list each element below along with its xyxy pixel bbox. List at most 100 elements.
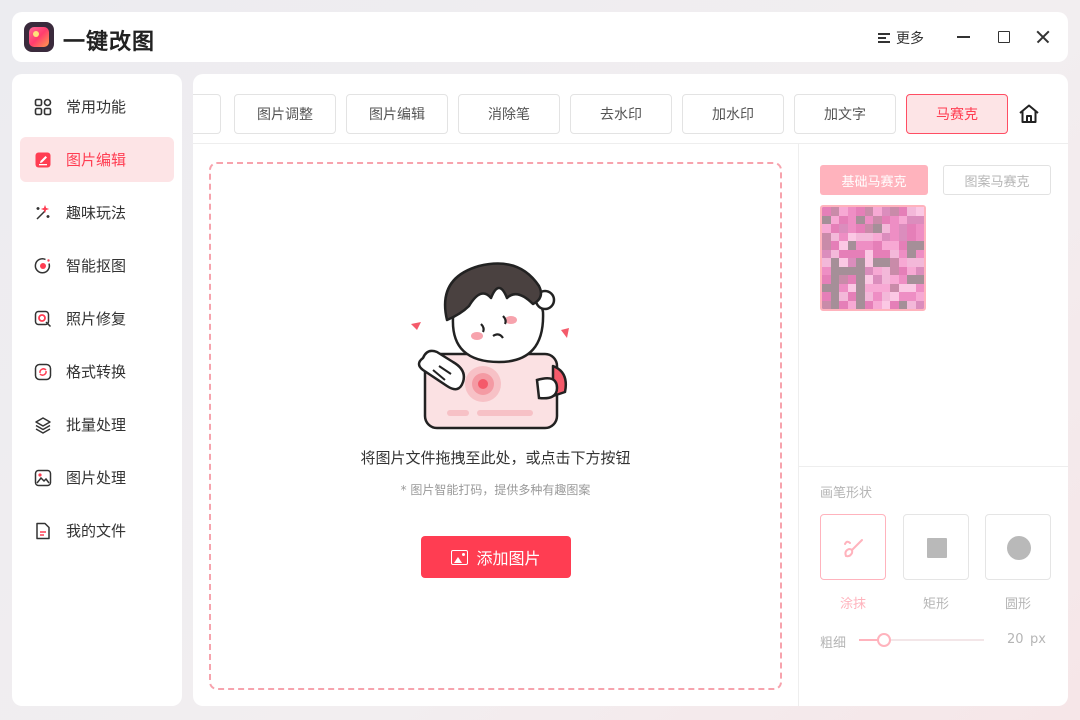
- mosaic-cell: [915, 249, 924, 258]
- app-logo-icon: [24, 22, 54, 52]
- target-icon: [34, 257, 52, 275]
- sidebar-item-common[interactable]: 常用功能: [20, 84, 174, 129]
- mosaic-cell: [873, 207, 882, 216]
- sidebar-item-label: 智能抠图: [66, 257, 127, 275]
- mosaic-cell: [873, 215, 882, 224]
- mosaic-cell: [864, 275, 873, 284]
- mosaic-cell: [864, 232, 873, 241]
- sidebar-item-label: 图片处理: [66, 469, 127, 487]
- mosaic-pattern-thumbnail[interactable]: [820, 205, 926, 311]
- mosaic-cell: [839, 249, 848, 258]
- magic-wand-icon: [34, 204, 52, 222]
- more-menu-button[interactable]: 更多: [878, 28, 924, 48]
- minimize-button[interactable]: [952, 26, 974, 48]
- tab-scrolled-hidden[interactable]: [193, 94, 221, 134]
- mosaic-cell: [847, 292, 856, 301]
- mosaic-cell: [822, 283, 831, 292]
- mosaic-cell: [822, 241, 831, 250]
- mosaic-cell: [890, 300, 899, 309]
- brush-size-slider[interactable]: [859, 633, 984, 647]
- mosaic-cell: [890, 241, 899, 250]
- dropzone-instruction: 将图片文件拖拽至此处，或点击下方按钮: [360, 449, 631, 467]
- tab-image-edit[interactable]: 图片编辑: [346, 94, 448, 134]
- home-icon[interactable]: [1017, 102, 1041, 126]
- mosaic-cell: [907, 249, 916, 258]
- brush-shape-label: 画笔形状: [820, 486, 873, 501]
- mosaic-cell: [822, 266, 831, 275]
- mosaic-cell: [856, 283, 865, 292]
- tab-add-watermark[interactable]: 加水印: [682, 94, 784, 134]
- mosaic-cell: [864, 258, 873, 267]
- sidebar-item-my-files[interactable]: 我的文件: [20, 508, 174, 553]
- add-image-button[interactable]: 添加图片: [421, 536, 571, 578]
- mosaic-cell: [839, 292, 848, 301]
- mosaic-cell: [915, 232, 924, 241]
- mosaic-cell: [847, 300, 856, 309]
- mosaic-cell: [890, 215, 899, 224]
- sidebar-item-image-edit[interactable]: 图片编辑: [20, 137, 174, 182]
- mosaic-cell: [873, 224, 882, 233]
- mosaic-cell: [890, 275, 899, 284]
- slider-handle[interactable]: [877, 633, 891, 647]
- mosaic-cell: [864, 300, 873, 309]
- image-icon: [451, 549, 469, 565]
- mosaic-cell: [873, 241, 882, 250]
- edit-icon: [34, 151, 52, 169]
- mosaic-cell: [873, 283, 882, 292]
- tab-remove-watermark[interactable]: 去水印: [570, 94, 672, 134]
- mosaic-cell: [881, 266, 890, 275]
- brush-size-unit: px: [1030, 632, 1046, 647]
- mosaic-cell: [915, 215, 924, 224]
- mosaic-cell: [847, 283, 856, 292]
- tab-eraser-pen[interactable]: 消除笔: [458, 94, 560, 134]
- tab-add-text[interactable]: 加文字: [794, 94, 896, 134]
- mosaic-cell: [915, 275, 924, 284]
- mosaic-cell: [873, 275, 882, 284]
- tab-pattern-mosaic[interactable]: 图案马赛克: [943, 165, 1051, 195]
- divider: [799, 466, 1068, 467]
- mosaic-cell: [915, 241, 924, 250]
- sidebar-item-cutout[interactable]: 智能抠图: [20, 243, 174, 288]
- mosaic-cell: [830, 258, 839, 267]
- tab-image-adjust[interactable]: 图片调整: [234, 94, 336, 134]
- mosaic-cell: [898, 266, 907, 275]
- mosaic-cell: [881, 224, 890, 233]
- maximize-button[interactable]: [992, 26, 1014, 48]
- sidebar-item-image-process[interactable]: 图片处理: [20, 455, 174, 500]
- dropzone-hint: * 图片智能打码，提供多种有趣图案: [400, 483, 591, 497]
- sidebar: 常用功能 图片编辑 趣味玩法 智能抠图 照片修复 格式转换 批量处理 图片处理 …: [12, 74, 182, 706]
- mosaic-cell: [822, 207, 831, 216]
- mosaic-cell: [830, 283, 839, 292]
- sidebar-item-fun[interactable]: 趣味玩法: [20, 190, 174, 235]
- mosaic-cell: [830, 232, 839, 241]
- image-dropzone[interactable]: 将图片文件拖拽至此处，或点击下方按钮 * 图片智能打码，提供多种有趣图案 添加图…: [209, 162, 782, 690]
- tab-mosaic[interactable]: 马赛克: [906, 94, 1008, 134]
- mosaic-cell: [881, 300, 890, 309]
- shape-rectangle-button[interactable]: [903, 514, 969, 580]
- mosaic-cell: [822, 258, 831, 267]
- sidebar-item-label: 常用功能: [66, 98, 127, 116]
- close-button[interactable]: [1032, 26, 1054, 48]
- shape-circle-button[interactable]: [985, 514, 1051, 580]
- mosaic-cell: [830, 300, 839, 309]
- mosaic-cell: [898, 258, 907, 267]
- mosaic-cell: [830, 275, 839, 284]
- sidebar-item-photo-repair[interactable]: 照片修复: [20, 296, 174, 341]
- mosaic-cell: [890, 207, 899, 216]
- sidebar-item-format-convert[interactable]: 格式转换: [20, 349, 174, 394]
- sidebar-item-batch[interactable]: 批量处理: [20, 402, 174, 447]
- mosaic-cell: [822, 215, 831, 224]
- image-icon: [34, 469, 52, 487]
- mosaic-cell: [915, 283, 924, 292]
- shape-smear-button[interactable]: [820, 514, 886, 580]
- mosaic-cell: [847, 224, 856, 233]
- mosaic-cell: [839, 300, 848, 309]
- mosaic-cell: [898, 292, 907, 301]
- menu-icon: [878, 32, 890, 44]
- tab-basic-mosaic[interactable]: 基础马赛克: [820, 165, 928, 195]
- mosaic-cell: [881, 275, 890, 284]
- mosaic-cell: [915, 266, 924, 275]
- mosaic-cell: [830, 249, 839, 258]
- mosaic-cell: [856, 249, 865, 258]
- mosaic-cell: [822, 232, 831, 241]
